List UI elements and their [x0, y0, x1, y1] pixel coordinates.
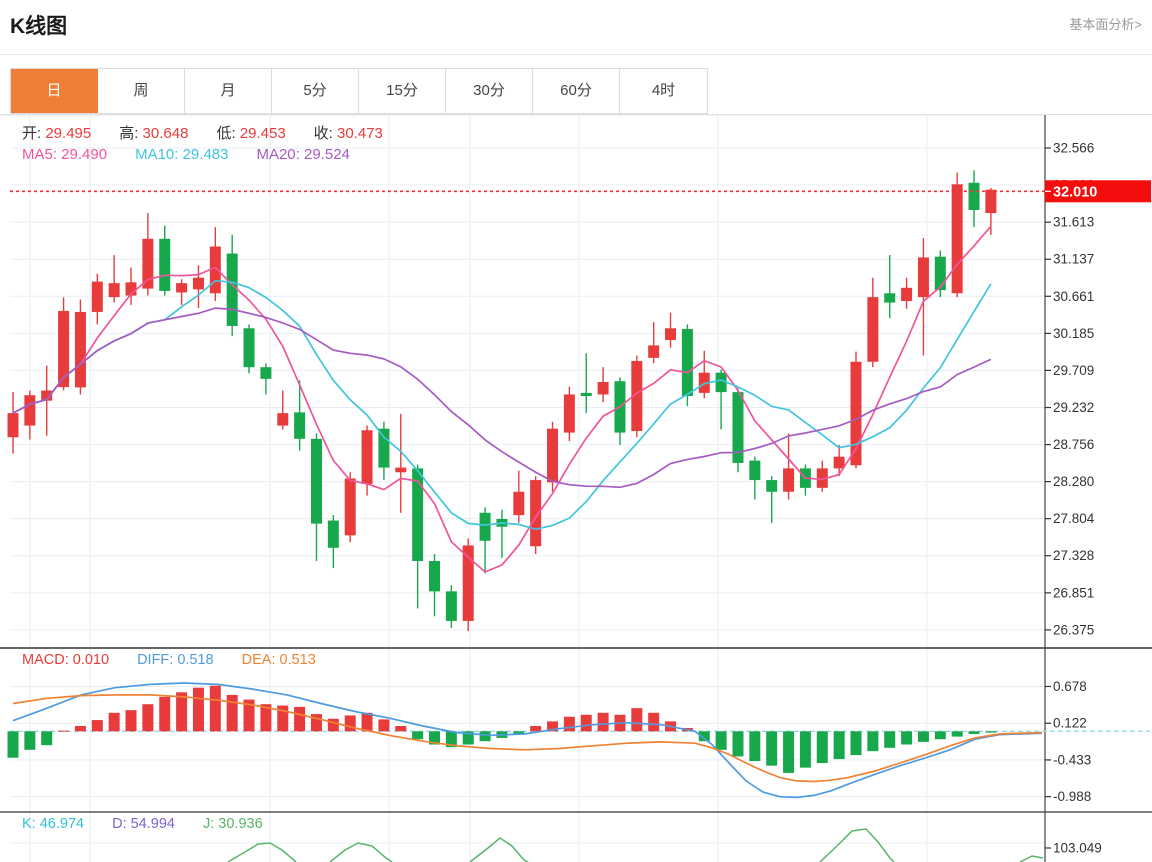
svg-text:103.049: 103.049: [1053, 841, 1102, 856]
ma10-line: [13, 281, 991, 530]
legend-item: 收: 30.473: [314, 125, 397, 142]
svg-text:30.661: 30.661: [1053, 289, 1094, 304]
svg-text:-0.988: -0.988: [1053, 789, 1091, 804]
ohlc-legend: 开: 29.495 高: 30.648 低: 29.453 收: 30.473: [22, 122, 411, 143]
svg-text:31.137: 31.137: [1053, 252, 1094, 267]
kdj-axis: 103.049: [1045, 841, 1102, 856]
legend-item: D: 54.994: [112, 816, 189, 832]
svg-text:28.756: 28.756: [1053, 437, 1094, 452]
svg-text:29.709: 29.709: [1053, 363, 1094, 378]
kline-page: K线图 基本面分析> 日周月5分15分30分60分4时 32.56632.090…: [0, 0, 1152, 862]
current-price-tag: 32.010: [1045, 180, 1151, 202]
svg-text:26.375: 26.375: [1053, 622, 1094, 637]
legend-item: MA20: 29.524: [256, 146, 363, 163]
macd-axis: 0.678 0.122 -0.433 -0.988: [1045, 679, 1091, 804]
svg-text:27.328: 27.328: [1053, 548, 1094, 563]
legend-item: J: 30.936: [203, 816, 277, 832]
candle-series: [8, 170, 997, 631]
svg-text:30.185: 30.185: [1053, 326, 1094, 341]
legend-item: 开: 29.495: [22, 125, 105, 142]
legend-item: 高: 30.648: [119, 125, 202, 142]
legend-item: K: 46.974: [22, 816, 98, 832]
kdj-j-line: [228, 829, 1043, 862]
svg-text:29.232: 29.232: [1053, 400, 1094, 415]
svg-text:32.566: 32.566: [1053, 141, 1094, 156]
svg-text:32.010: 32.010: [1053, 184, 1097, 200]
svg-text:0.122: 0.122: [1053, 716, 1087, 731]
legend-item: 低: 29.453: [216, 125, 299, 142]
legend-item: MA5: 29.490: [22, 146, 121, 163]
ma-legend: MA5: 29.490 MA10: 29.483 MA20: 29.524: [22, 146, 378, 163]
svg-text:27.804: 27.804: [1053, 511, 1095, 526]
macd-legend: MACD: 0.010 DIFF: 0.518 DEA: 0.513: [22, 652, 344, 668]
svg-text:-0.433: -0.433: [1053, 752, 1091, 767]
svg-text:31.613: 31.613: [1053, 215, 1094, 230]
legend-item: MACD: 0.010: [22, 652, 123, 668]
kdj-legend: K: 46.974 D: 54.994 J: 30.936: [22, 816, 291, 832]
svg-text:0.678: 0.678: [1053, 679, 1087, 694]
price-axis: 32.56632.09031.61331.13730.66130.18529.7…: [1045, 141, 1095, 638]
legend-item: DIFF: 0.518: [137, 652, 228, 668]
legend-item: MA10: 29.483: [135, 146, 242, 163]
svg-text:28.280: 28.280: [1053, 474, 1094, 489]
svg-text:26.851: 26.851: [1053, 585, 1094, 600]
legend-item: DEA: 0.513: [242, 652, 330, 668]
